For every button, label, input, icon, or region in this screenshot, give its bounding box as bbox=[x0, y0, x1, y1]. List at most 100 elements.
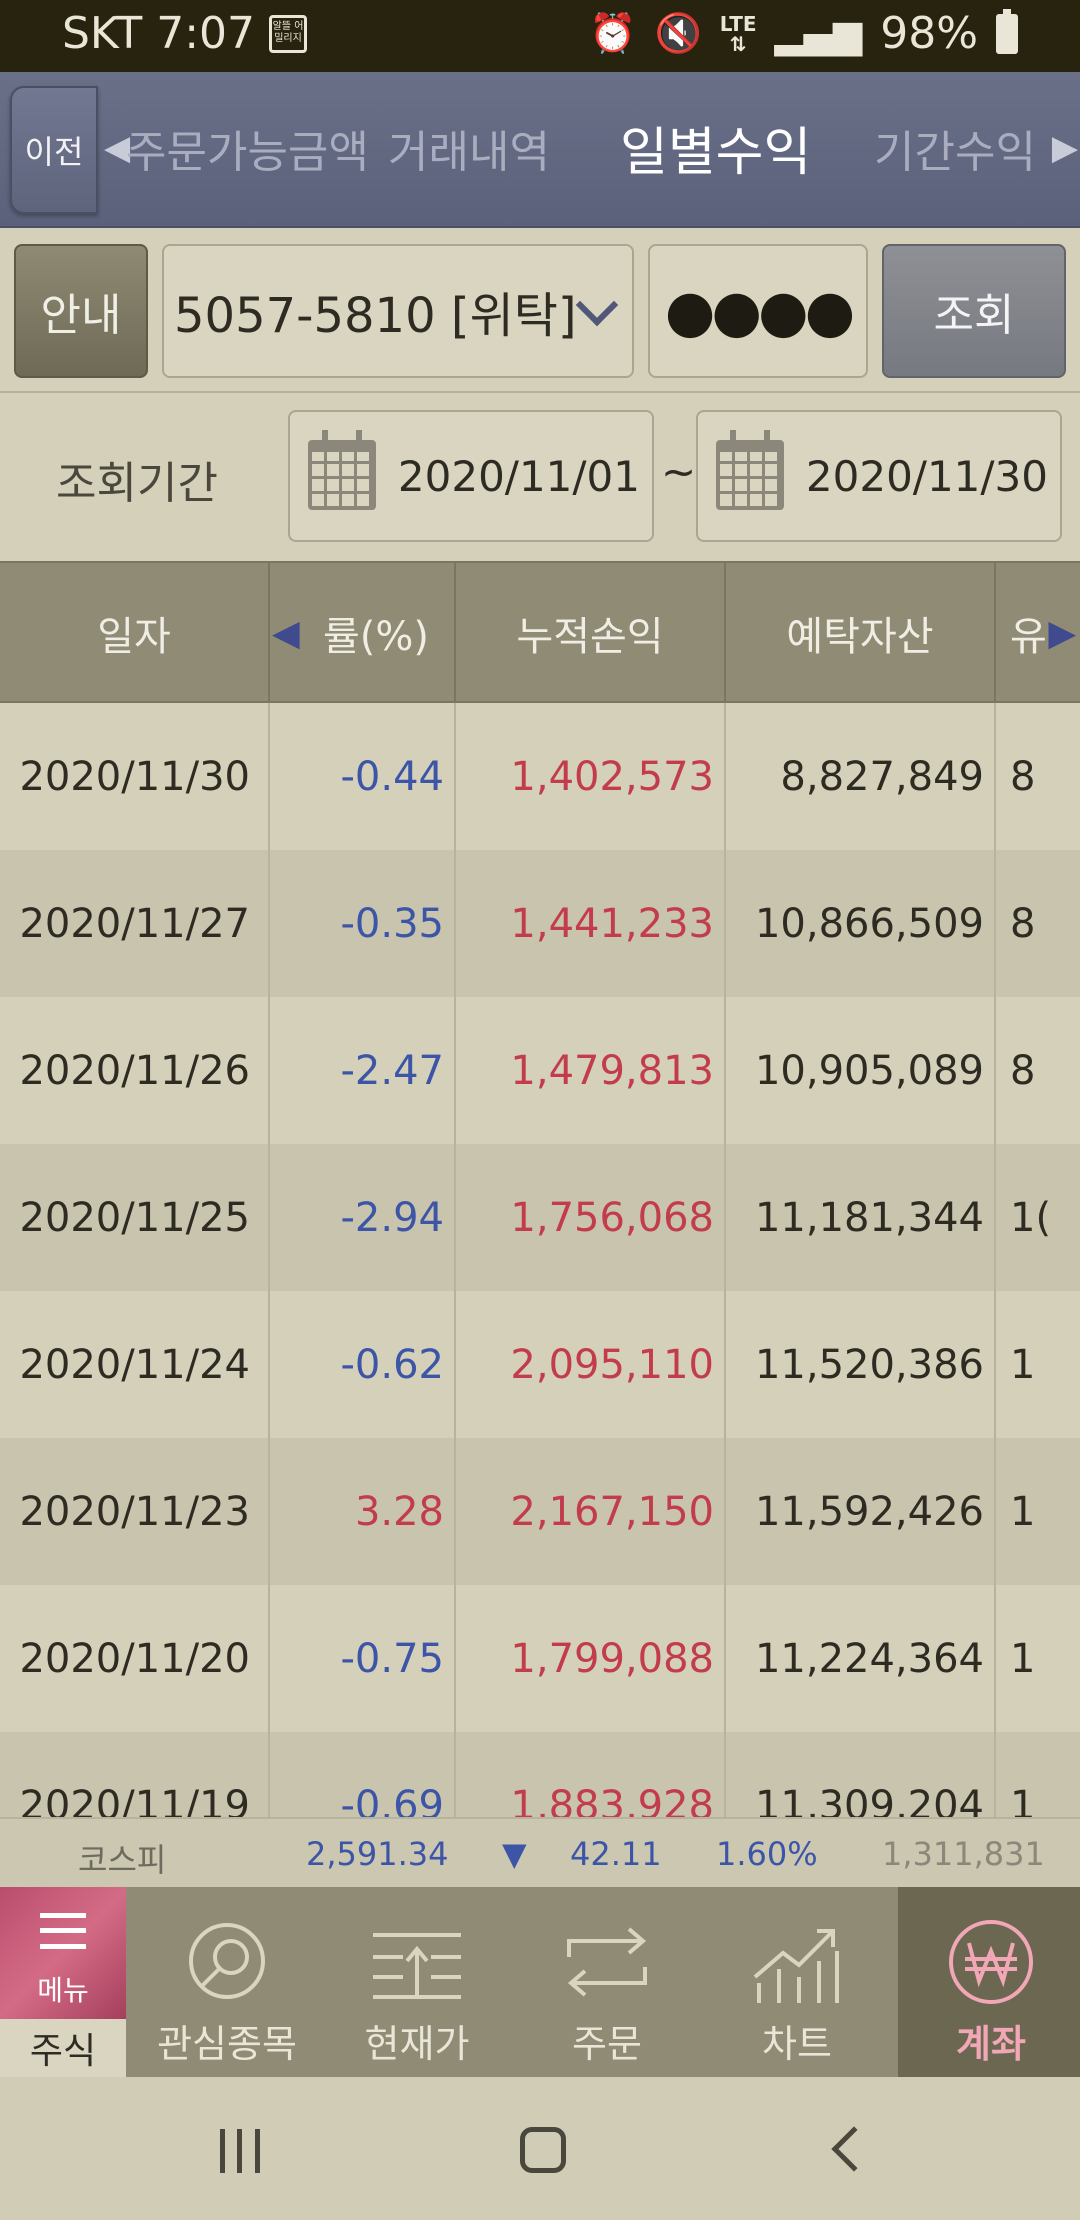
period-row: 조회기간 2020/11/01 ~ 2020/11/30 bbox=[0, 393, 1080, 561]
tab-scroll-right-icon[interactable]: ▶ bbox=[1052, 128, 1078, 168]
nav-label: 차트 bbox=[762, 2022, 832, 2066]
cell-date: 2020/11/19 bbox=[19, 1782, 250, 1818]
alarm-icon: ⏰ bbox=[589, 11, 637, 55]
prev-button[interactable]: 이전 bbox=[10, 86, 98, 214]
home-icon[interactable] bbox=[520, 2127, 566, 2173]
nav-account[interactable]: 계좌 bbox=[898, 1887, 1080, 2077]
cell-eval: 8 bbox=[1010, 900, 1036, 947]
period-label: 조회기간 bbox=[56, 458, 218, 509]
cell-cumulative: 1,756,068 bbox=[510, 1194, 714, 1241]
calendar-icon[interactable] bbox=[716, 430, 784, 510]
table-row[interactable]: 2020/11/26 -2.47 1,479,813 10,905,089 8 bbox=[0, 997, 1080, 1144]
kospi-ticker[interactable]: 코스피 2,591.34 ▼ 42.11 1.60% 1,311,831 bbox=[0, 1817, 1080, 1887]
cell-eval: 1 bbox=[1010, 1635, 1036, 1682]
won-icon bbox=[949, 1920, 1033, 2004]
tab-daily-profit[interactable]: 일별수익 bbox=[620, 110, 811, 185]
ticker-label: 코스피 bbox=[78, 1841, 167, 1879]
battery-percent: 98% bbox=[880, 8, 978, 59]
order-icon bbox=[567, 1927, 647, 1997]
daily-profit-table[interactable]: 2020/11/19 -0.69 1,883,928 11,309,204 1 2020/… bbox=[0, 703, 1080, 1817]
cell-cumulative: 1,402,573 bbox=[510, 753, 714, 800]
cell-rate: -2.94 bbox=[340, 1194, 445, 1241]
ticker-volume: 1,311,831 bbox=[882, 1835, 1045, 1873]
menu-label: 메뉴 bbox=[37, 1974, 89, 2007]
signal-icon: ▂▄▆ bbox=[774, 11, 863, 56]
nav-label: 관심종목 bbox=[157, 2022, 297, 2066]
current-price-icon bbox=[373, 1933, 461, 1999]
account-value: 5057-5810 [위탁] bbox=[174, 288, 577, 344]
cell-date: 2020/11/30 bbox=[19, 753, 250, 800]
stock-category-button[interactable]: 주식 bbox=[0, 2019, 126, 2077]
table-header: 일자 률(%) ◀ 누적손익 예탁자산 유 ▶ bbox=[0, 561, 1080, 703]
table-row[interactable]: 2020/11/24 -0.62 2,095,110 11,520,386 1 bbox=[0, 1291, 1080, 1438]
account-select[interactable]: 5057-5810 [위탁] bbox=[162, 244, 634, 378]
cell-deposit: 11,309,204 bbox=[754, 1782, 984, 1818]
cell-deposit: 10,866,509 bbox=[754, 900, 984, 947]
table-row[interactable]: 2020/11/25 -2.94 1,756,068 11,181,344 1( bbox=[0, 1144, 1080, 1291]
menu-button[interactable]: 메뉴 bbox=[0, 1887, 126, 2019]
tab-orderable-amount[interactable]: 주문가능금액 bbox=[126, 116, 369, 180]
password-field[interactable]: ●●●● bbox=[648, 244, 868, 378]
start-date-field[interactable]: 2020/11/01 bbox=[288, 410, 654, 542]
col-header-cumulative: 누적손익 bbox=[456, 563, 726, 703]
cell-deposit: 11,181,344 bbox=[754, 1194, 984, 1241]
cell-cumulative: 1,883,928 bbox=[510, 1782, 714, 1818]
nav-watchlist[interactable]: 관심종목 bbox=[134, 1887, 320, 2077]
tab-period-profit[interactable]: 기간수익 bbox=[874, 116, 1036, 180]
back-icon[interactable] bbox=[831, 2126, 877, 2172]
cell-date: 2020/11/25 bbox=[19, 1194, 250, 1241]
cell-rate: -0.75 bbox=[340, 1635, 445, 1682]
col-header-date: 일자 bbox=[0, 563, 270, 703]
cell-rate: -2.47 bbox=[340, 1047, 445, 1094]
status-bar: SKT 7:07 알뜰 어밀리지 ⏰ 🔇 LTE ⇅ ▂▄▆ 98% bbox=[0, 0, 1080, 72]
cell-rate: -0.69 bbox=[340, 1782, 445, 1818]
cell-date: 2020/11/24 bbox=[19, 1341, 250, 1388]
recent-apps-icon[interactable] bbox=[220, 2129, 260, 2173]
ticker-change: 42.11 bbox=[570, 1835, 662, 1873]
nav-chart[interactable]: 차트 bbox=[704, 1887, 890, 2077]
col-scroll-right-icon[interactable]: ▶ bbox=[1048, 613, 1076, 654]
cell-date: 2020/11/27 bbox=[19, 900, 250, 947]
chevron-down-icon bbox=[575, 283, 619, 327]
table-row[interactable]: 2020/11/30 -0.44 1,402,573 8,827,849 8 bbox=[0, 703, 1080, 850]
nav-scroll-right-icon[interactable]: ▶ bbox=[1054, 1967, 1080, 2007]
mute-icon: 🔇 bbox=[654, 11, 702, 55]
lte-icon: LTE ⇅ bbox=[719, 11, 757, 56]
cell-cumulative: 2,167,150 bbox=[510, 1488, 714, 1535]
start-date-text: 2020/11/01 bbox=[397, 452, 640, 501]
calendar-icon[interactable] bbox=[308, 430, 376, 510]
info-button[interactable]: 안내 bbox=[14, 244, 148, 378]
tab-transactions[interactable]: 거래내역 bbox=[388, 116, 550, 180]
status-right: ⏰ 🔇 LTE ⇅ ▂▄▆ 98% bbox=[589, 8, 1018, 59]
table-row[interactable]: 2020/11/20 -0.75 1,799,088 11,224,364 1 bbox=[0, 1585, 1080, 1732]
cell-deposit: 10,905,089 bbox=[754, 1047, 984, 1094]
nav-order[interactable]: 주문 bbox=[514, 1887, 700, 2077]
col-scroll-left-icon[interactable]: ◀ bbox=[272, 613, 300, 654]
cell-rate: -0.35 bbox=[340, 900, 445, 947]
nav-label: 현재가 bbox=[364, 2022, 470, 2066]
table-row[interactable]: 2020/11/23 3.28 2,167,150 11,592,426 1 bbox=[0, 1438, 1080, 1585]
battery-icon bbox=[996, 8, 1018, 54]
carrier-time: SKT 7:07 bbox=[62, 8, 256, 59]
chart-icon bbox=[753, 1929, 839, 2003]
cell-eval: 1 bbox=[1010, 1341, 1036, 1388]
cell-rate: -0.62 bbox=[340, 1341, 445, 1388]
col-header-deposit: 예탁자산 bbox=[726, 563, 996, 703]
cell-eval: 8 bbox=[1010, 1047, 1036, 1094]
period-separator: ~ bbox=[661, 447, 697, 496]
search-button[interactable]: 조회 bbox=[882, 244, 1066, 378]
cell-eval: 1( bbox=[1010, 1194, 1052, 1241]
cell-date: 2020/11/26 bbox=[19, 1047, 250, 1094]
cell-cumulative: 1,441,233 bbox=[510, 900, 714, 947]
system-nav-bar bbox=[0, 2077, 1080, 2220]
nav-label: 계좌 bbox=[956, 2022, 1026, 2066]
cell-deposit: 11,224,364 bbox=[754, 1635, 984, 1682]
watchlist-icon bbox=[189, 1923, 265, 1999]
table-row[interactable]: 2020/11/19 -0.69 1,883,928 11,309,204 1 bbox=[0, 1732, 1080, 1817]
cell-eval: 1 bbox=[1010, 1782, 1036, 1818]
table-row[interactable]: 2020/11/27 -0.35 1,441,233 10,866,509 8 bbox=[0, 850, 1080, 997]
end-date-field[interactable]: 2020/11/30 bbox=[696, 410, 1062, 542]
down-arrow-icon: ▼ bbox=[502, 1835, 527, 1873]
end-date-text: 2020/11/30 bbox=[805, 452, 1048, 501]
nav-current-price[interactable]: 현재가 bbox=[324, 1887, 510, 2077]
